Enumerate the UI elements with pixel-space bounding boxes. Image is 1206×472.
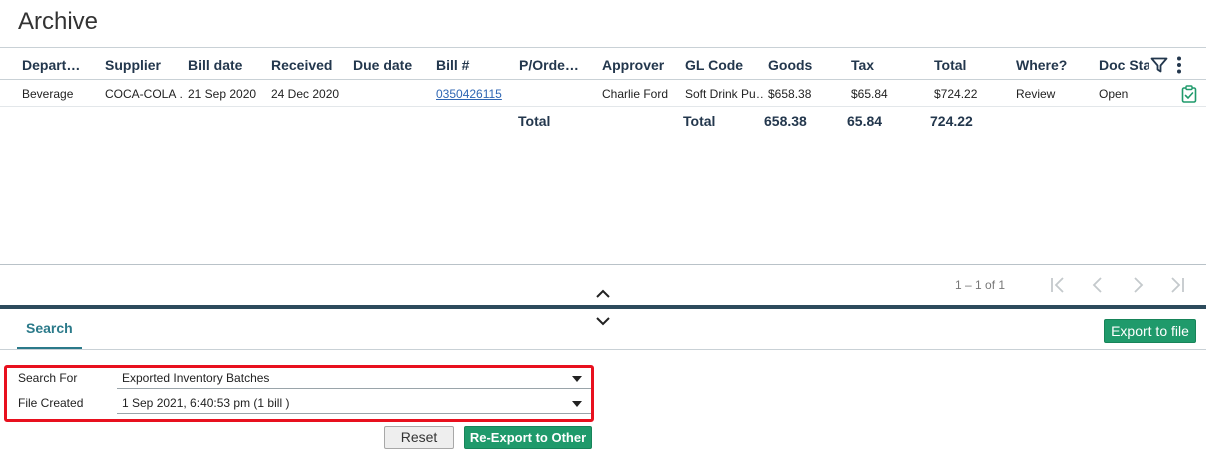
column-header-department[interactable]: Depart… [22, 57, 100, 73]
column-header-gl-code[interactable]: GL Code [685, 57, 763, 73]
search-for-select[interactable]: Exported Inventory Batches [117, 367, 591, 389]
column-header-total[interactable]: Total [934, 57, 1012, 73]
cell-supplier: COCA-COLA … [105, 87, 183, 101]
totals-total: 724.22 [930, 113, 973, 129]
cell-bill-date: 21 Sep 2020 [188, 87, 257, 101]
bottom-panel-tabs: Search [0, 309, 1206, 350]
table-row[interactable]: Beverage COCA-COLA … 21 Sep 2020 24 Dec … [0, 81, 1206, 107]
first-page-icon[interactable] [1048, 275, 1068, 295]
more-vertical-icon[interactable] [1172, 55, 1186, 75]
cell-department: Beverage [22, 87, 74, 101]
column-header-where[interactable]: Where? [1016, 57, 1094, 73]
cell-received: 24 Dec 2020 [271, 87, 340, 101]
totals-label: Total [518, 113, 551, 129]
cell-where: Review [1016, 87, 1056, 101]
totals-tax: 65.84 [847, 113, 883, 129]
reset-button[interactable]: Reset [384, 426, 454, 449]
grid-header: Depart… Supplier Bill date Received Due … [0, 48, 1206, 80]
column-header-due-date[interactable]: Due date [353, 57, 431, 73]
caret-down-icon [572, 376, 582, 382]
cell-goods: $658.38 [768, 87, 812, 101]
filter-icon[interactable] [1150, 56, 1168, 74]
caret-down-icon [572, 401, 582, 407]
column-header-purchase-order[interactable]: P/Orde… [519, 57, 597, 73]
cell-doc-status: Open [1099, 87, 1129, 101]
last-page-icon[interactable] [1167, 275, 1187, 295]
cell-gl-code: Soft Drink Pu… [685, 87, 765, 101]
column-header-supplier[interactable]: Supplier [105, 57, 183, 73]
column-header-received[interactable]: Received [271, 57, 349, 73]
file-created-label: File Created [18, 396, 84, 410]
tab-search[interactable]: Search [17, 320, 82, 349]
file-created-value: 1 Sep 2021, 6:40:53 pm (1 bill ) [122, 396, 290, 410]
search-for-label: Search For [18, 371, 78, 385]
cell-total: $724.22 [934, 87, 978, 101]
totals-goods: 658.38 [764, 113, 807, 129]
clipboard-check-icon[interactable] [1181, 85, 1197, 103]
totals-label-secondary: Total [683, 113, 716, 129]
bill-number-link[interactable]: 0350426115 [436, 87, 514, 101]
file-created-select[interactable]: 1 Sep 2021, 6:40:53 pm (1 bill ) [117, 392, 591, 414]
totals-row: Total Total 658.38 65.84 724.22 [0, 110, 1206, 134]
pagination-range: 1 – 1 of 1 [955, 278, 1006, 292]
column-header-goods[interactable]: Goods [768, 57, 846, 73]
column-header-doc-status[interactable]: Doc Sta [1099, 57, 1149, 73]
re-export-to-other-button[interactable]: Re-Export to Other [464, 426, 592, 449]
column-header-approver[interactable]: Approver [602, 57, 680, 73]
export-to-file-button[interactable]: Export to file [1104, 319, 1196, 343]
next-page-icon[interactable] [1128, 275, 1148, 295]
page-title: Archive [18, 8, 99, 35]
column-header-bill-date[interactable]: Bill date [188, 57, 266, 73]
search-for-value: Exported Inventory Batches [122, 371, 270, 385]
cell-tax: $65.84 [851, 87, 888, 101]
previous-page-icon[interactable] [1088, 275, 1108, 295]
column-header-tax[interactable]: Tax [851, 57, 929, 73]
column-header-bill-number[interactable]: Bill # [436, 57, 514, 73]
cell-approver: Charlie Ford [602, 87, 669, 101]
chevron-up-icon[interactable] [594, 288, 612, 300]
archive-grid: Depart… Supplier Bill date Received Due … [0, 47, 1206, 265]
